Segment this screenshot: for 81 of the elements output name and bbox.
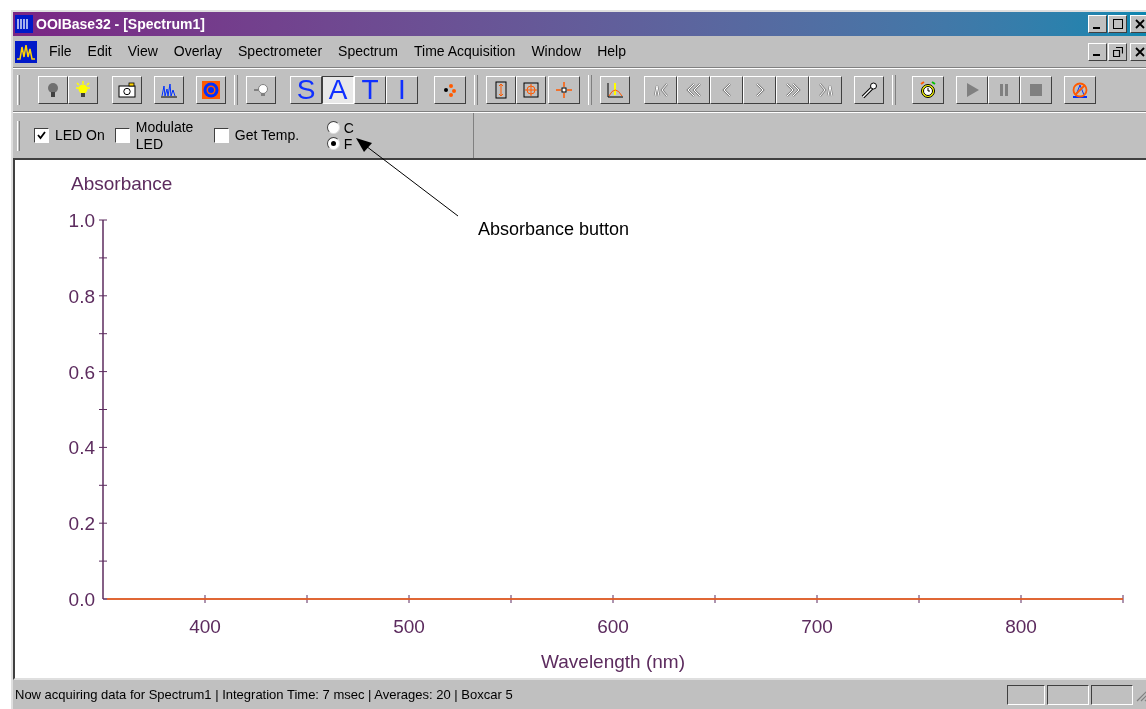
mode-button[interactable]: I [386,76,418,104]
reference-button[interactable] [1064,76,1096,104]
zoom-button[interactable] [548,76,580,104]
y-tick-label: 0.6 [68,361,95,383]
spectrum-doc-icon [15,40,37,63]
timer-button[interactable] [912,76,944,104]
menu-item[interactable]: View [119,41,166,62]
mode-button[interactable]: A [322,76,354,104]
dark-scope-button[interactable] [246,76,276,104]
maximize-icon [1112,19,1123,29]
target-icon [201,80,221,100]
radio-label: F [343,135,353,152]
camera-icon [117,80,137,100]
stop-button[interactable] [1020,76,1052,104]
close-icon [1134,19,1145,29]
close-button[interactable] [1130,42,1146,61]
menu-item[interactable]: File [41,41,80,62]
alarm-clock-icon [918,80,938,100]
mode-button[interactable]: T [354,76,386,104]
checkbox-label: Get Temp. [234,127,301,144]
lamp-off-button[interactable] [38,76,68,104]
checkbox[interactable] [213,128,229,143]
scale-all-button[interactable] [516,76,546,104]
radio-button[interactable] [326,137,340,150]
glowing-bulb-icon [73,80,93,100]
axes-icon [605,80,625,100]
target-button[interactable] [196,76,226,104]
minimize-icon [1093,54,1100,56]
snapshot-button[interactable] [112,76,142,104]
minimize-button[interactable] [1088,15,1107,33]
checkbox-label: LED On [55,127,105,144]
app-icon [15,15,33,33]
pause-button[interactable] [988,76,1020,104]
scope-button[interactable] [154,76,184,104]
y-tick-label: 0.4 [68,437,95,459]
status-panel [1047,684,1089,705]
x-tick-label: 500 [393,616,425,637]
scatter-button[interactable] [434,76,466,104]
menu-item[interactable]: Help [589,41,634,62]
window-title: OOIBase32 - [Spectrum1] [36,14,205,34]
status-panel [1091,684,1133,705]
check-icon [37,131,46,140]
no-peak-icon [1070,80,1090,100]
checkbox[interactable] [34,128,49,143]
restore-button[interactable] [1108,42,1127,61]
checkbox-label: Modulate LED [135,118,195,153]
menu-item[interactable]: Overlay [165,41,230,62]
x-axis-title: Wavelength (nm) [541,651,685,672]
scale-y-button[interactable] [486,76,516,104]
close-icon [1134,46,1145,57]
lamp-on-button[interactable] [68,76,98,104]
crosshair-icon [554,80,574,100]
radio-label: C [343,119,354,136]
menu-item[interactable]: Edit [79,41,120,62]
y-tick-label: 0.2 [68,513,95,535]
play-button[interactable] [956,76,988,104]
status-text: Now acquiring data for Spectrum1 | Integration Time: 7 msec | Averages: 20 | Boxcar 5 [15,685,513,704]
checkbox[interactable] [114,128,130,143]
menu-item[interactable]: Window [523,41,590,62]
menu-item[interactable]: Spectrometer [230,41,331,62]
y-tick-label: 0.0 [68,589,95,610]
x-tick-label: 600 [597,616,629,637]
restore-icon [1112,46,1123,57]
minimize-button[interactable] [1088,42,1107,61]
menu-item[interactable]: Time Acquisition [406,41,524,62]
minimize-icon [1093,26,1100,29]
maximize-button[interactable] [1108,15,1127,33]
y-tick-label: 1.0 [68,210,95,231]
status-panel [1007,684,1045,705]
x-tick-label: 400 [189,616,221,637]
x-tick-label: 700 [801,616,833,637]
menu-item[interactable]: Spectrum [330,41,406,62]
mode-button[interactable]: S [290,76,322,104]
axes-button[interactable] [600,76,630,104]
settings-button[interactable] [854,76,884,104]
x-tick-label: 800 [1005,616,1037,637]
close-button[interactable] [1130,15,1146,33]
callout-label: Absorbance button [478,218,630,241]
radio-button[interactable] [326,121,340,134]
y-axis-title: Absorbance [71,173,173,194]
y-tick-label: 0.8 [68,285,95,307]
